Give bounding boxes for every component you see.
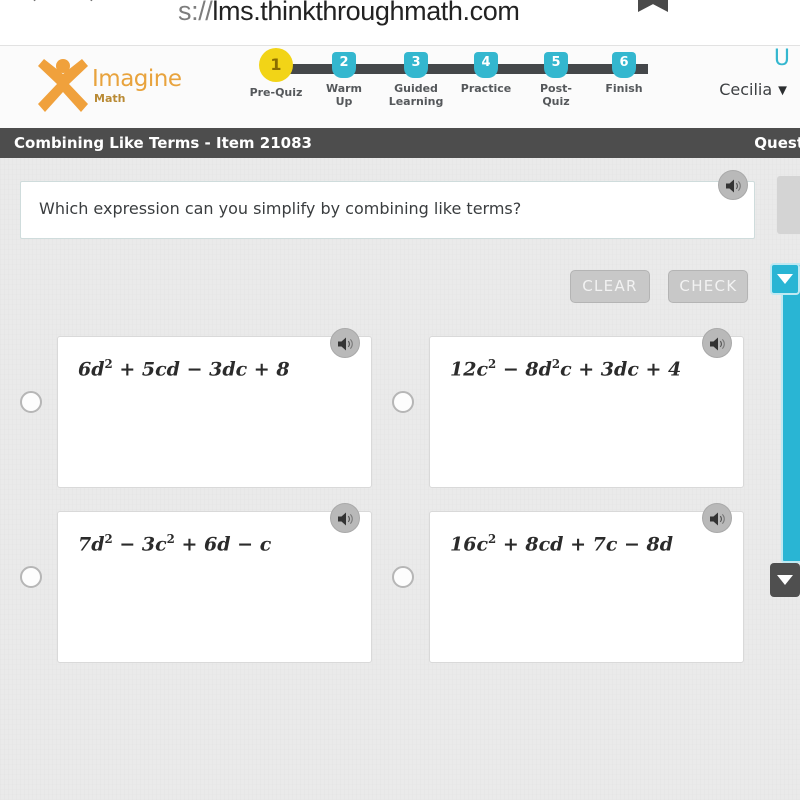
speaker-icon xyxy=(338,512,353,526)
answer-expression-c: 7d2 − 3c2 + 6d − c xyxy=(78,532,272,556)
answer-action-buttons: CLEAR CHECK xyxy=(570,270,762,303)
step-number-badge: 5 xyxy=(544,52,568,78)
lesson-title-bar: Combining Like Terms - Item 21083 Quest xyxy=(0,128,800,158)
answer-card-c[interactable]: 7d2 − 3c2 + 6d − c xyxy=(57,511,372,663)
check-button[interactable]: CHECK xyxy=(668,270,749,303)
chevron-down-icon: ▼ xyxy=(775,82,790,99)
triangle-down-icon xyxy=(777,575,793,585)
answer-radio-a[interactable] xyxy=(20,391,42,413)
speaker-icon xyxy=(726,179,741,193)
answer-option-b[interactable]: 12c2 − 8d2c + 3dc + 4 xyxy=(372,328,762,503)
right-rail-scroll-up-button[interactable] xyxy=(770,263,800,295)
logo-wordmark: Imagine xyxy=(92,66,182,92)
step-label: Practice xyxy=(460,82,512,95)
question-prompt-card: Which expression can you simplify by com… xyxy=(20,181,755,239)
speaker-icon xyxy=(710,337,725,351)
triangle-down-icon xyxy=(777,274,793,284)
address-bar-url[interactable]: s://lms.thinkthroughmath.com xyxy=(178,0,520,27)
browser-chrome: ← → s://lms.thinkthroughmath.com xyxy=(0,0,800,45)
url-scheme: s:// xyxy=(178,0,213,26)
side-panel-placeholder xyxy=(777,176,800,234)
browser-nav-glyphs[interactable]: ← → xyxy=(30,0,110,8)
answer-radio-d[interactable] xyxy=(392,566,414,588)
speaker-icon xyxy=(710,512,725,526)
user-menu[interactable]: U Cecilia ▼ xyxy=(680,46,790,100)
step-label: Pre-Quiz xyxy=(249,86,303,99)
answer-speaker-icon-b[interactable] xyxy=(702,328,732,358)
right-rail-scrollbar[interactable] xyxy=(781,263,800,563)
answer-expression-b: 12c2 − 8d2c + 3dc + 4 xyxy=(450,357,682,381)
question-counter: Quest xyxy=(754,134,800,152)
answer-radio-b[interactable] xyxy=(392,391,414,413)
stepper-step-6[interactable]: 6 Finish xyxy=(596,52,652,95)
answer-expression-d: 16c2 + 8cd + 7c − 8d xyxy=(450,532,674,556)
user-name-label: Cecilia xyxy=(719,80,773,99)
bookmark-icon[interactable] xyxy=(638,0,668,12)
url-host: lms.thinkthroughmath.com xyxy=(212,0,520,26)
stepper-step-3[interactable]: 3 Guided Learning xyxy=(388,52,444,108)
clear-button[interactable]: CLEAR xyxy=(570,270,650,303)
lesson-content-area: Which expression can you simplify by com… xyxy=(0,158,800,800)
stepper-step-5[interactable]: 5 Post-Quiz xyxy=(528,52,584,108)
step-number-badge: 6 xyxy=(612,52,636,78)
step-number-badge: 1 xyxy=(259,48,293,82)
step-label: Finish xyxy=(605,82,643,95)
step-label: Post-Quiz xyxy=(540,82,572,108)
step-number-badge: 4 xyxy=(474,52,498,78)
logo-subtext: Math xyxy=(94,92,126,105)
answer-option-a[interactable]: 6d2 + 5cd − 3dc + 8 xyxy=(0,328,390,503)
step-label: Warm Up xyxy=(325,82,363,108)
step-number-badge: 2 xyxy=(332,52,356,78)
question-speaker-icon[interactable] xyxy=(718,170,748,200)
answer-card-d[interactable]: 16c2 + 8cd + 7c − 8d xyxy=(429,511,744,663)
answer-option-c[interactable]: 7d2 − 3c2 + 6d − c xyxy=(0,503,390,678)
app-top-nav: Imagine Math 1 Pre-Quiz 2 Warm Up 3 Guid… xyxy=(0,45,800,128)
question-prompt-text: Which expression can you simplify by com… xyxy=(39,199,522,218)
stepper-step-4[interactable]: 4 Practice xyxy=(458,52,514,95)
lesson-title: Combining Like Terms - Item 21083 xyxy=(14,134,312,152)
right-rail-scroll-down-button[interactable] xyxy=(770,563,800,597)
user-avatar-initial: U xyxy=(773,46,790,71)
lesson-progress-stepper: 1 Pre-Quiz 2 Warm Up 3 Guided Learning 4… xyxy=(248,48,668,122)
answer-radio-c[interactable] xyxy=(20,566,42,588)
answer-option-d[interactable]: 16c2 + 8cd + 7c − 8d xyxy=(372,503,762,678)
step-number-badge: 3 xyxy=(404,52,428,78)
answer-speaker-icon-c[interactable] xyxy=(330,503,360,533)
imagine-math-x-logo-icon xyxy=(38,59,88,112)
imagine-math-logo[interactable]: Imagine Math xyxy=(30,54,200,116)
step-label: Guided Learning xyxy=(388,82,444,108)
answer-speaker-icon-d[interactable] xyxy=(702,503,732,533)
stepper-step-2[interactable]: 2 Warm Up xyxy=(316,52,372,108)
answer-expression-a: 6d2 + 5cd − 3dc + 8 xyxy=(78,357,290,381)
answer-speaker-icon-a[interactable] xyxy=(330,328,360,358)
stepper-step-1[interactable]: 1 Pre-Quiz xyxy=(248,48,304,99)
answer-card-a[interactable]: 6d2 + 5cd − 3dc + 8 xyxy=(57,336,372,488)
speaker-icon xyxy=(338,337,353,351)
answer-card-b[interactable]: 12c2 − 8d2c + 3dc + 4 xyxy=(429,336,744,488)
